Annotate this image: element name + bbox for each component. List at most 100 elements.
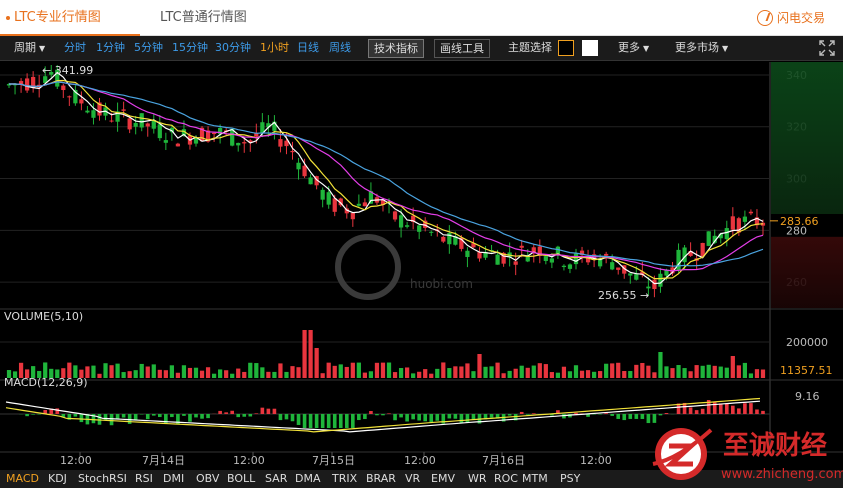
period-daily[interactable]: 日线 (297, 36, 319, 60)
volume-bar (392, 372, 398, 378)
macd-histogram-bar (121, 414, 126, 418)
volume-bar (115, 363, 120, 378)
period-dropdown[interactable]: 周期 ▼ (14, 36, 45, 60)
macd-histogram-bar (761, 410, 765, 414)
candle-body (133, 123, 138, 127)
indicator-mtm[interactable]: MTM (522, 470, 548, 488)
volume-bar (230, 373, 235, 378)
period-1hour[interactable]: 1小时 (260, 36, 289, 60)
indicator-brar[interactable]: BRAR (366, 470, 396, 488)
macd-histogram-bar (260, 407, 265, 414)
macd-histogram-bar (254, 413, 259, 414)
macd-histogram-bar (519, 411, 524, 414)
volume-bar (211, 373, 217, 378)
macd-histogram-bar (664, 413, 669, 414)
indicator-macd[interactable]: MACD (6, 470, 39, 488)
volume-bar (429, 373, 434, 378)
volume-bar (694, 365, 699, 378)
period-30min[interactable]: 30分钟 (215, 36, 251, 60)
macd-histogram-bar (266, 408, 271, 414)
indicator-psy[interactable]: PSY (560, 470, 580, 488)
time-axis-label: 7月16日 (482, 454, 525, 467)
indicator-obv[interactable]: OBV (196, 470, 219, 488)
candle-body (724, 228, 729, 240)
candle-body (157, 124, 162, 139)
indicator-dma[interactable]: DMA (295, 470, 321, 488)
macd-histogram-bar (357, 414, 361, 421)
more-markets-dropdown[interactable]: 更多市场 ▼ (675, 36, 728, 60)
candle-body (236, 142, 241, 146)
volume-bar (121, 372, 126, 378)
indicator-sar[interactable]: SAR (265, 470, 287, 488)
indicator-stochrsi[interactable]: StochRSI (78, 470, 127, 488)
candle-body (109, 120, 114, 122)
indicator-trix[interactable]: TRIX (332, 470, 357, 488)
volume-bar (622, 371, 627, 378)
macd-histogram-bar (284, 414, 289, 420)
volume-bar (519, 365, 524, 378)
candle-body (320, 189, 325, 200)
macd-histogram-bar (103, 414, 108, 421)
volume-bar (646, 365, 651, 378)
volume-bar (471, 371, 476, 378)
macd-histogram-bar (507, 414, 512, 416)
volume-bar (724, 367, 729, 378)
period-timeline[interactable]: 分时 (64, 36, 86, 60)
macd-histogram-bar (314, 414, 319, 428)
macd-histogram-bar (610, 414, 614, 416)
indicator-kdj[interactable]: KDJ (48, 470, 67, 488)
macd-histogram-bar (25, 414, 29, 417)
volume-bar (248, 362, 253, 378)
time-axis-label: 12:00 (580, 454, 612, 467)
drawing-tools-button[interactable]: 画线工具 (434, 39, 490, 58)
volume-bar (405, 367, 410, 378)
watermark-site-url: www.zhicheng.com (721, 467, 843, 482)
macd-histogram-bar (236, 414, 241, 418)
macd-histogram-bar (278, 414, 283, 421)
volume-bar (591, 371, 597, 378)
candle-body (290, 150, 295, 153)
macd-histogram-bar (351, 414, 355, 428)
theme-light-swatch[interactable] (582, 40, 598, 56)
candle-body (308, 177, 313, 185)
volume-bar (616, 362, 621, 378)
volume-bar (477, 354, 482, 378)
caret-down-icon: ▼ (722, 44, 729, 53)
candlestick-chart[interactable]: 340320300280260← 341.99256.55 →283.66huo… (0, 62, 843, 470)
candle-body (278, 139, 283, 147)
fullscreen-icon[interactable] (819, 40, 835, 56)
volume-bar (296, 367, 301, 378)
lightning-icon (756, 10, 773, 26)
candle-body (417, 225, 422, 232)
tech-indicator-button[interactable]: 技术指标 (368, 39, 424, 58)
candle-body (326, 192, 331, 205)
volume-bar (133, 370, 138, 378)
period-15min[interactable]: 15分钟 (172, 36, 208, 60)
macd-histogram-bar (272, 408, 277, 414)
indicator-boll[interactable]: BOLL (227, 470, 255, 488)
period-1min[interactable]: 1分钟 (96, 36, 125, 60)
volume-bar (435, 368, 440, 378)
macd-histogram-bar (73, 414, 78, 417)
candle-body (332, 198, 337, 212)
period-weekly[interactable]: 周线 (329, 36, 351, 60)
indicator-roc[interactable]: ROC (494, 470, 518, 488)
candle-body (477, 252, 482, 259)
indicator-rsi[interactable]: RSI (135, 470, 153, 488)
indicator-dmi[interactable]: DMI (163, 470, 184, 488)
flash-trade-link[interactable]: 闪电交易 (756, 0, 825, 36)
more-dropdown[interactable]: 更多 ▼ (618, 36, 649, 60)
tab-ltc-normal-chart[interactable]: LTC普通行情图 (160, 0, 247, 36)
theme-dark-swatch[interactable] (558, 40, 574, 56)
indicator-vr[interactable]: VR (405, 470, 420, 488)
indicator-wr[interactable]: WR (468, 470, 487, 488)
indicator-emv[interactable]: EMV (431, 470, 455, 488)
candle-body (652, 279, 657, 290)
macd-histogram-bar (55, 408, 60, 414)
volume-bar (628, 371, 633, 378)
volume-bar (127, 371, 132, 378)
period-5min[interactable]: 5分钟 (134, 36, 163, 60)
volume-bar (338, 364, 343, 378)
tab-ltc-pro-chart[interactable]: LTC专业行情图 (0, 0, 140, 36)
volume-bar (278, 363, 283, 378)
